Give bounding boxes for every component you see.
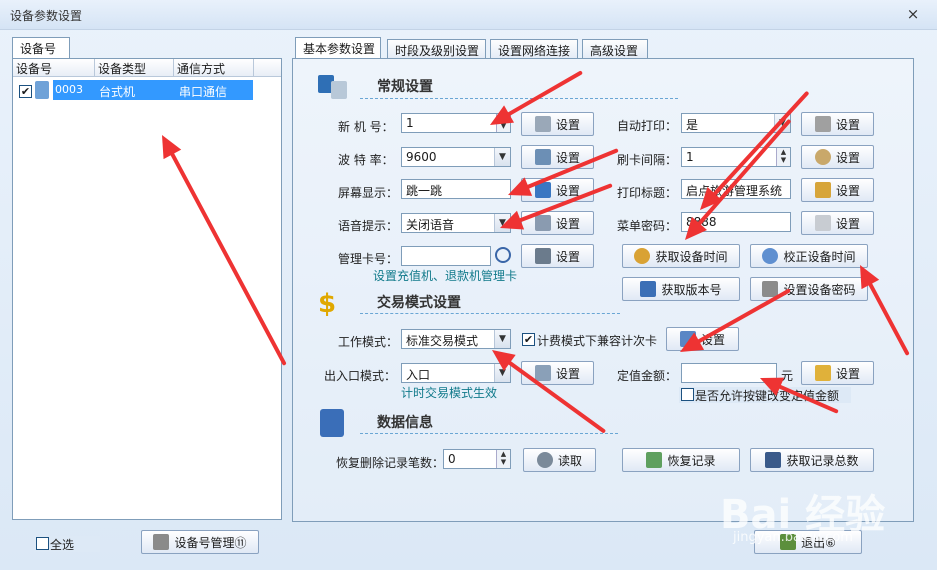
get-time-button[interactable]: 获取设备时间 [622,244,740,268]
gate-icon [534,365,551,381]
allow-change-checkbox[interactable] [681,388,694,401]
total-records-button[interactable]: 获取记录总数 [750,448,874,472]
ledger-icon [765,452,782,468]
auto-print-set-button[interactable]: 设置 [801,112,874,136]
print-title-set-button[interactable]: 设置 [801,178,874,202]
col-comm[interactable]: 通信方式 [174,59,254,77]
card-input[interactable] [401,246,491,266]
clock-icon [634,248,651,264]
general-settings-icon [318,75,348,99]
select-all[interactable]: 全选 [34,536,100,552]
speaker-icon [534,215,551,231]
screen-input[interactable]: 跳一跳 [401,179,511,199]
coins-icon [814,365,831,381]
transfer-icon [534,149,551,165]
interval-input[interactable]: 1 [681,147,791,167]
interval-label: 刷卡间隔： [617,153,678,167]
col-device-no[interactable]: 设备号 [13,59,95,77]
printer-icon [814,116,831,132]
section-trade-title: 交易模式设置 [377,295,461,311]
fixed-amount-unit: 元 [781,369,794,383]
clipboard-icon [814,182,831,198]
screen-label: 屏幕显示： [338,186,399,200]
section-data-title: 数据信息 [377,415,433,431]
row-comm: 串口通信 [179,85,228,99]
tab-device-no[interactable]: 设备号 [12,37,70,59]
row-device-no: 0003 [55,83,83,96]
row-device-type: 台式机 [99,85,136,99]
clock-icon [814,149,831,165]
tab-basic[interactable]: 基本参数设置 [295,37,381,59]
auto-print-label: 自动打印： [617,119,678,133]
tab-time-level[interactable]: 时段及级别设置 [387,39,486,59]
get-version-button[interactable]: 获取版本号 [622,277,740,301]
row-checkbox[interactable]: ✔ [19,85,32,98]
inout-label: 出入口模式： [324,369,397,383]
keyboard-icon [814,215,831,231]
set-pwd-button[interactable]: 设置设备密码 [750,277,868,301]
money-icon: $ [318,289,337,319]
fixed-amount-set-button[interactable]: 设置 [801,361,874,385]
voice-label: 语音提示： [338,219,399,233]
card-label: 管理卡号： [338,252,399,266]
device-manage-button[interactable]: 设备号管理⑪ [141,530,259,554]
tab-advanced[interactable]: 高级设置 [582,39,648,59]
col-device-type[interactable]: 设备类型 [95,59,174,77]
machine-no-set-button[interactable]: 设置 [521,112,594,136]
fixed-amount-label: 定值金额： [617,369,678,383]
recover-button[interactable]: 恢复记录 [622,448,740,472]
compat-checkbox[interactable]: ✔ [522,333,535,346]
device-list-header: 设备号 设备类型 通信方式 [13,59,281,77]
tools-icon [153,534,170,550]
machine-no-label: 新 机 号： [338,120,394,134]
watermark-url: jingyan.baidu.com [733,530,853,545]
card-set-button[interactable]: 设置 [521,244,594,268]
close-icon[interactable]: × [904,5,922,23]
device-icon [35,81,49,99]
read-button[interactable]: 读取 [523,448,596,472]
machine-icon [534,116,551,132]
interval-set-button[interactable]: 设置 [801,145,874,169]
window-title: 设备参数设置 [10,9,83,23]
menu-pwd-label: 菜单密码： [617,219,678,233]
recover-icon [646,452,663,468]
table-row[interactable]: ✔ 0003 台式机 串口通信 [13,79,281,101]
select-all-label: 全选 [50,538,75,552]
restore-count-stepper[interactable]: ▲ ▼ [496,450,510,468]
book-icon [640,281,657,297]
interval-stepper[interactable]: ▲ ▼ [776,148,790,166]
user-icon [534,248,551,264]
chevron-down-icon[interactable]: ▼ [494,148,510,166]
fix-time-button[interactable]: 校正设备时间 [750,244,868,268]
database-icon [320,409,344,437]
eye-icon [536,452,553,468]
inout-hint: 计时交易模式生效 [401,386,498,400]
clock-check-icon [762,248,779,264]
screen-set-button[interactable]: 设置 [521,178,594,202]
compat-label: 计费模式下兼容计次卡 [537,334,658,348]
title-bar [0,0,937,30]
restore-count-label: 恢复删除记录笔数： [336,456,445,470]
select-all-checkbox[interactable] [36,537,49,550]
baud-label: 波 特 率： [338,153,394,167]
print-title-label: 打印标题： [617,186,678,200]
search-icon[interactable] [495,247,511,263]
card-hint: 设置充值机、退款机管理卡 [373,269,518,283]
section-general-title: 常规设置 [377,79,433,95]
menu-pwd-set-button[interactable]: 设置 [801,211,874,235]
tab-network[interactable]: 设置网络连接 [490,39,578,59]
work-mode-label: 工作模式： [338,335,399,349]
